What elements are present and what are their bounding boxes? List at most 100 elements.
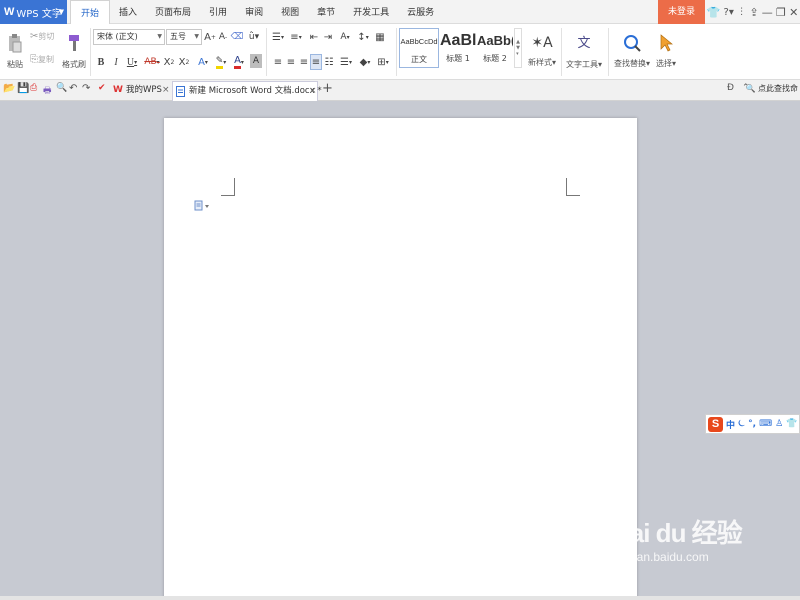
scissors-icon: ✂ (30, 30, 39, 42)
paste-options-icon[interactable] (194, 200, 210, 212)
redo-icon[interactable]: ↷ (82, 83, 94, 95)
text-effect-button[interactable]: A ▾ (195, 54, 211, 70)
subscript-button[interactable]: X2 (178, 54, 190, 70)
borders-button[interactable]: ⊞ ▾ (375, 54, 391, 70)
open-folder-icon[interactable]: 📂 (3, 83, 15, 95)
share-icon[interactable]: ⇪ (749, 6, 758, 19)
tab-developer[interactable]: 开发工具 (344, 0, 398, 24)
tab-my-wps-label: 我的WPS (126, 85, 162, 95)
distribute-button[interactable]: ☷ (323, 54, 335, 70)
italic-button[interactable]: I (110, 54, 122, 70)
tab-page-layout[interactable]: 页面布局 (146, 0, 200, 24)
cut-button[interactable]: ✂ 剪切 (30, 29, 54, 43)
minimize-icon[interactable]: — (762, 6, 773, 19)
tab-home[interactable]: 开始 (70, 0, 111, 25)
style-normal[interactable]: AaBbCcDd 正文 (399, 28, 439, 68)
strikethrough-button[interactable]: AB ▾ (143, 54, 161, 70)
tab-review[interactable]: 审阅 (236, 0, 272, 24)
ime-keyboard-icon[interactable]: ⌨ (759, 419, 772, 429)
increase-indent-button[interactable]: ⇥ (322, 29, 334, 45)
justify-button[interactable]: ≡ (310, 54, 322, 70)
highlight-button[interactable]: ✎ ▾ (213, 54, 229, 70)
tab-section[interactable]: 章节 (308, 0, 344, 24)
style-normal-label: 正文 (411, 55, 427, 64)
clear-format-button[interactable]: ⌫ (231, 29, 244, 45)
wps-logo-icon: W (113, 85, 123, 95)
line-spacing-button[interactable]: ☰ ▾ (338, 54, 354, 70)
sogou-ime-logo[interactable]: S (708, 416, 723, 432)
select-button[interactable]: 选择▾ (654, 28, 678, 74)
style-heading-2-sample: AaBb( (477, 33, 513, 48)
wps-logo-icon: W (4, 6, 15, 18)
print-icon[interactable]: 🖶 (43, 83, 55, 96)
undo-icon[interactable]: ↶ (69, 83, 81, 95)
ime-skin-icon[interactable]: 👕 (786, 419, 797, 429)
tab-view[interactable]: 视图 (272, 0, 308, 24)
select-label: 选择▾ (655, 58, 676, 68)
align-right-button[interactable]: ≡ (298, 54, 310, 70)
copy-label: 复制 (38, 54, 54, 64)
new-style-button[interactable]: ✶A 新样式▾ (525, 28, 559, 74)
save-icon[interactable]: 💾 (17, 83, 29, 95)
font-family-select[interactable]: 宋体 (正文) ▼ (93, 29, 165, 45)
tab-my-wps[interactable]: W 我的WPS × (110, 81, 172, 101)
skin-icon[interactable]: 👕 (707, 6, 721, 19)
ime-user-icon[interactable]: ♙ (775, 419, 783, 429)
find-replace-button[interactable]: 查找替换▾ (611, 28, 653, 74)
ime-chinese-mode[interactable]: 中 (726, 418, 735, 431)
numbering-button[interactable]: ≡ ▾ (288, 29, 304, 45)
text-tools-button[interactable]: 文 文字工具▾ (564, 28, 604, 74)
style-heading-1[interactable]: AaBl 标题 1 (440, 28, 476, 68)
command-search[interactable]: 🔍 点此查找命 (745, 83, 798, 94)
document-page[interactable] (164, 118, 637, 600)
align-left-button[interactable]: ≡ (272, 54, 284, 70)
tab-current-document[interactable]: 新建 Microsoft Word 文档.docx * × (172, 81, 322, 101)
ime-half-width-icon[interactable]: ⏾ (738, 419, 745, 429)
ribbon: 粘贴 ✂ 剪切 ⎘ 复制 格式刷 宋体 (正文) ▼ 五号 ▼ A + A- ⌫ … (0, 24, 800, 80)
paste-button[interactable]: 粘贴 (3, 28, 27, 74)
sort-button[interactable]: ↕ ▾ (356, 29, 370, 45)
align-center-button[interactable]: ≡ (285, 54, 297, 70)
copy-button[interactable]: ⎘ 复制 (30, 52, 54, 66)
close-icon[interactable]: ✕ (789, 6, 798, 19)
close-icon[interactable]: × (162, 81, 170, 100)
format-painter-label: 格式刷 (62, 59, 86, 69)
style-heading-2[interactable]: AaBb( 标题 2 (477, 28, 513, 68)
title-bar: W WPS 文字 ▼ 开始 插入 页面布局 引用 审阅 视图 章节 开发工具 云… (0, 0, 800, 25)
shrink-font-button[interactable]: A- (217, 29, 229, 45)
watermark-url: jingyan.baidu.com (612, 550, 709, 564)
grow-font-button[interactable]: A + (204, 29, 216, 45)
margin-corner-top-left (221, 178, 235, 196)
char-shading-button[interactable]: A (250, 54, 262, 68)
close-icon[interactable]: × (309, 82, 317, 101)
font-size-select[interactable]: 五号 ▼ (166, 29, 202, 45)
bullets-button[interactable]: ☰ ▾ (270, 29, 286, 45)
tab-references[interactable]: 引用 (200, 0, 236, 24)
styles-scroll[interactable]: ▲ ▼ ▾ (514, 28, 522, 68)
more-icon[interactable]: ⋮ (737, 7, 746, 17)
superscript-button[interactable]: X2 (163, 54, 175, 70)
bold-button[interactable]: B (95, 54, 107, 70)
underline-button[interactable]: U ▾ (124, 54, 140, 70)
phonetic-button[interactable]: ǜ▾ (246, 29, 262, 45)
group-separator (561, 28, 562, 76)
ime-punctuation-icon[interactable]: °, (748, 419, 756, 429)
tab-cloud-service[interactable]: 云服务 (398, 0, 443, 24)
table-button[interactable]: ▦ (374, 29, 386, 45)
new-tab-icon[interactable]: + (322, 81, 334, 96)
login-button[interactable]: 未登录 (658, 0, 705, 24)
shading-button[interactable]: ◆ ▾ (357, 54, 373, 70)
format-painter-button[interactable]: 格式刷 (60, 28, 88, 74)
doc-mode-icon[interactable]: Ð (727, 83, 739, 95)
margin-corner-top-right (566, 178, 580, 196)
customize-icon[interactable]: ✔ (98, 83, 110, 95)
export-pdf-icon[interactable]: ⎙ (30, 83, 42, 95)
app-menu-button[interactable]: W WPS 文字 ▼ (0, 0, 67, 24)
restore-icon[interactable]: ❐ (776, 6, 786, 19)
tab-insert[interactable]: 插入 (110, 0, 146, 24)
decrease-indent-button[interactable]: ⇤ (308, 29, 320, 45)
font-color-button[interactable]: A ▾ (231, 54, 247, 70)
help-icon[interactable]: ?▾ (724, 7, 734, 18)
print-preview-icon[interactable]: 🔍 (56, 83, 68, 95)
text-direction-button[interactable]: A ▾ (337, 29, 353, 45)
